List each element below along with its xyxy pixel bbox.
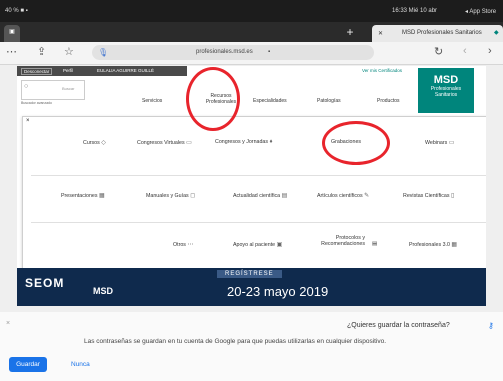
brand-name: MSD — [433, 74, 459, 86]
save-password-prompt: × ¿Quieres guardar la contraseña? ⚷ Las … — [0, 312, 503, 381]
site-header: Desconectar Perfil EULALIA AGUIRRE GUILL… — [17, 66, 486, 114]
logout-button[interactable]: Desconectar — [21, 68, 53, 75]
menu-item-otros[interactable]: Otros ⋯ — [173, 241, 194, 248]
search-icon: ○ — [24, 83, 29, 90]
menu-label: Manuales y Guías — [146, 193, 189, 199]
menu-label: Actualidad científica — [233, 193, 281, 199]
menu-label: Presentaciones — [61, 193, 98, 199]
share-icon[interactable]: ⇪ — [37, 45, 46, 58]
menu-label: Cursos — [83, 140, 100, 146]
battery-indicator: 40 % ■ ▪ — [5, 8, 28, 14]
menu-item-congresos-jornadas[interactable]: Congresos y Jornadas ♦ — [215, 139, 276, 145]
close-icon[interactable]: ✕ — [378, 30, 383, 37]
menu-item-manuales[interactable]: Manuales y Guías ◻ — [146, 192, 197, 199]
menu-item-cursos[interactable]: Cursos ◇ — [83, 139, 108, 146]
menu-item-profesionales-30[interactable]: Profesionales 3.0 ▦ — [409, 241, 458, 248]
menu-label: Otros — [173, 242, 186, 248]
menu-item-protocolos[interactable]: Protocolos y Recomendaciones — [305, 235, 365, 247]
profile-link[interactable]: Perfil — [63, 68, 73, 73]
microphone-icon: ♦ — [269, 139, 273, 145]
clipboard-icon: ▤ — [372, 241, 378, 247]
book-icon: ◻ — [190, 193, 196, 199]
back-to-app[interactable]: ◂ App Store — [465, 8, 496, 15]
more-icon[interactable]: ⋯ — [6, 45, 17, 58]
prompt-title: ¿Quieres guardar la contraseña? — [347, 322, 450, 329]
resources-mega-menu: × Webinars ▭ Grabaciones Congresos y Jor… — [22, 116, 486, 273]
annotation-circle — [322, 121, 390, 165]
monitor-icon: ▭ — [186, 140, 192, 146]
grid-icon: ▦ — [451, 242, 458, 248]
msd-favicon-icon: ◆ — [494, 30, 499, 36]
menu-label: Revistas Científicas — [403, 193, 450, 199]
menu-divider — [31, 222, 486, 223]
menu-label: Artículos científicos — [317, 193, 363, 199]
close-icon[interactable]: × — [6, 320, 10, 327]
menu-label: Congresos Virtuales — [137, 140, 185, 146]
url-field[interactable]: 🎙 profesionales.msd.es ▪ — [92, 45, 374, 60]
microphone-icon[interactable]: 🎙 — [98, 48, 108, 57]
reload-icon[interactable]: ↻ — [434, 45, 443, 58]
address-bar-row: ⋯ ⇪ ☆ 🎙 profesionales.msd.es ▪ ↻ ‹ › — [0, 42, 503, 65]
user-bar: Desconectar Perfil EULALIA AGUIRRE GUILL… — [17, 66, 187, 76]
msd-banner-logo: MSD — [93, 286, 113, 296]
news-icon: ▤ — [281, 193, 288, 199]
menu-item-revistas[interactable]: Revistas Científicas ▯ — [403, 192, 458, 199]
brand-subtitle: Profesionales Sanitarios — [430, 86, 462, 98]
menu-item-articulos[interactable]: Artículos científicos ✎ — [317, 192, 371, 199]
menu-label: Profesionales 3.0 — [409, 242, 450, 248]
menu-divider — [31, 175, 486, 176]
menu-item-presentaciones[interactable]: Presentaciones ▦ — [61, 192, 106, 199]
nav-patologias[interactable]: Patologías — [317, 98, 341, 104]
clock: 16:33 Mié 10 abr — [392, 8, 438, 14]
menu-label: Congresos y Jornadas — [215, 139, 268, 145]
video-icon: ▭ — [448, 140, 455, 146]
status-bar: 40 % ■ ▪ 16:33 Mié 10 abr ◂ App Store — [0, 0, 503, 22]
menu-label: Apoyo al paciente — [233, 242, 276, 248]
never-button[interactable]: Nunca — [71, 357, 90, 372]
menu-item-webinars[interactable]: Webinars ▭ — [425, 139, 456, 146]
presentation-icon: ▦ — [99, 193, 105, 199]
patient-icon: ▣ — [276, 242, 283, 248]
prompt-body: Las contraseñas se guardan en tu cuenta … — [84, 338, 387, 345]
back-icon[interactable]: ‹ — [463, 45, 467, 57]
banner-dates: 20-23 mayo 2019 — [227, 284, 329, 299]
msd-logo[interactable]: MSD Profesionales Sanitarios — [418, 68, 474, 113]
menu-item-congresos-virtuales[interactable]: Congresos Virtuales ▭ — [137, 139, 193, 146]
bookmark-star-icon[interactable]: ☆ — [64, 45, 74, 58]
menu-item-actualidad[interactable]: Actualidad científica ▤ — [233, 192, 289, 199]
menu-item-apoyo-paciente[interactable]: Apoyo al paciente ▣ — [233, 241, 284, 248]
tab-label: MSD Profesionales Sanitarios — [402, 30, 482, 36]
tab-strip: ▣ + ✕ MSD Profesionales Sanitarios ◆ — [0, 22, 503, 42]
close-icon[interactable]: × — [26, 118, 30, 124]
user-name: EULALIA AGUIRRE GUILLÉ — [97, 68, 155, 73]
nav-especialidades[interactable]: Especialidades — [253, 98, 287, 104]
tab-switcher-button[interactable]: ▣ — [4, 25, 20, 42]
annotation-circle — [186, 67, 240, 131]
forward-icon[interactable]: › — [488, 45, 492, 57]
nav-productos[interactable]: Productos — [377, 98, 400, 104]
key-icon: ⚷ — [488, 321, 494, 330]
banner-brand: SEOM — [25, 276, 65, 290]
nav-servicios[interactable]: Servicios — [142, 98, 162, 104]
event-banner[interactable]: SEOM REGÍSTRESE 20-23 mayo 2019 MSD — [17, 268, 486, 306]
journal-icon: ▯ — [451, 193, 455, 199]
new-tab-button[interactable]: + — [340, 25, 360, 42]
certificates-link[interactable]: Ver mis Certificados — [362, 68, 402, 73]
lock-icon: ▪ — [268, 49, 271, 55]
register-button[interactable]: REGÍSTRESE — [217, 270, 282, 278]
more-icon: ⋯ — [187, 242, 194, 248]
tab-msd[interactable]: ✕ MSD Profesionales Sanitarios ◆ — [372, 25, 503, 42]
save-password-button[interactable]: Guardar — [9, 357, 47, 372]
article-icon: ✎ — [364, 193, 370, 199]
menu-label: Webinars — [425, 140, 448, 146]
web-page: Desconectar Perfil EULALIA AGUIRRE GUILL… — [17, 66, 486, 306]
url-text: profesionales.msd.es — [196, 49, 253, 55]
graduation-icon: ◇ — [101, 140, 106, 146]
menu-label: Protocolos y Recomendaciones — [321, 235, 365, 247]
